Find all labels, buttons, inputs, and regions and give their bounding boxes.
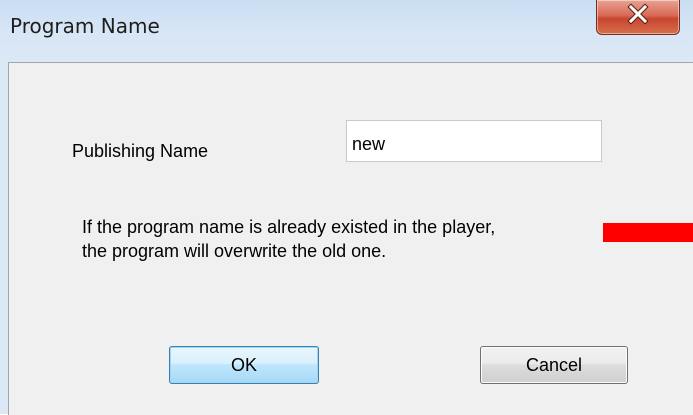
cancel-button[interactable]: Cancel: [480, 346, 628, 384]
dialog-body: Publishing Name If the program name is a…: [8, 62, 693, 415]
overwrite-warning-text: If the program name is already existed i…: [82, 217, 496, 261]
title-bar[interactable]: Program Name: [0, 0, 693, 62]
close-button[interactable]: [596, 0, 680, 35]
dialog-window: Program Name Publishing Name If the prog…: [0, 0, 693, 415]
close-icon: [627, 3, 649, 25]
ok-button[interactable]: OK: [169, 346, 319, 384]
publishing-name-label: Publishing Name: [72, 141, 209, 161]
redaction-box: [603, 223, 693, 242]
publishing-name-input[interactable]: [346, 120, 602, 162]
dialog-title: Program Name: [10, 14, 160, 38]
